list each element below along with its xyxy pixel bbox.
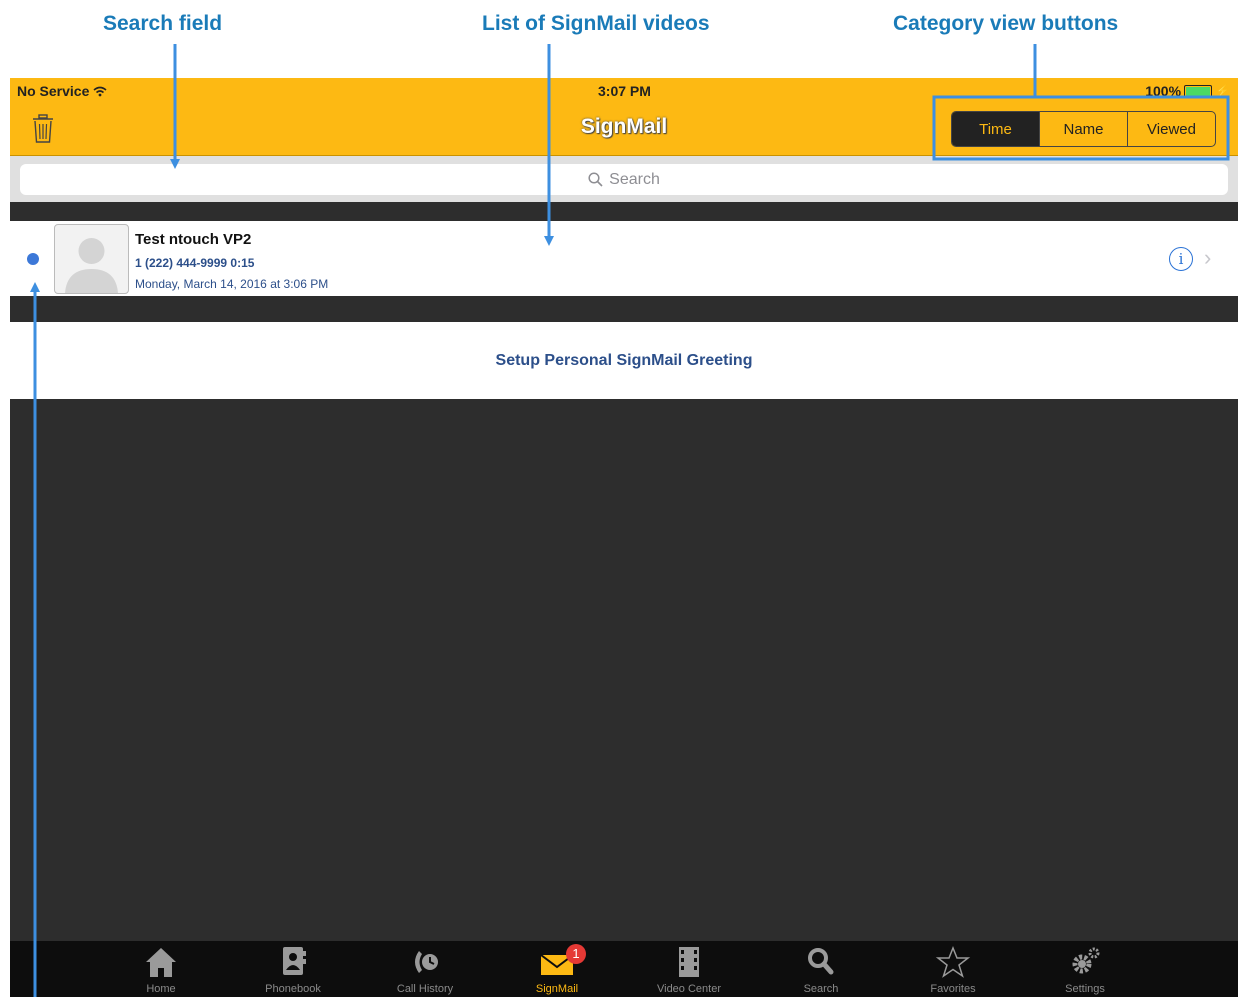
tab-home[interactable]: Home <box>111 941 211 997</box>
chevron-right-icon: › <box>1204 245 1212 270</box>
tab-label: Home <box>146 983 176 995</box>
tab-bar: Home Phonebook Call History 1 SignMail V… <box>10 941 1238 997</box>
battery-percent: 100% <box>1145 83 1182 99</box>
tab-settings[interactable]: Settings <box>1035 941 1135 997</box>
tab-signmail[interactable]: 1 SignMail <box>507 941 607 997</box>
tab-label: SignMail <box>535 983 579 995</box>
tab-search[interactable]: Search <box>771 941 871 997</box>
tab-video-center[interactable]: Video Center <box>639 941 739 997</box>
tab-label: Favorites <box>930 983 976 995</box>
message-date: Monday, March 14, 2016 at 3:06 PM <box>135 277 329 291</box>
avatar <box>54 224 129 294</box>
category-segmented-control: Time Name Viewed <box>951 111 1216 147</box>
info-icon[interactable]: i <box>1169 247 1193 271</box>
notification-badge: 1 <box>566 944 586 964</box>
navigation-bar: No Service 3:07 PM 100% ⚡ SignMail Time … <box>10 78 1238 156</box>
magnifier-icon <box>588 172 603 187</box>
caller-name: Test ntouch VP2 <box>135 231 252 248</box>
tab-label: Video Center <box>656 983 721 995</box>
video-center-icon <box>679 947 699 977</box>
status-battery: 100% ⚡ <box>1145 83 1230 99</box>
caller-number-duration: 1 (222) 444-9999 0:15 <box>135 256 255 270</box>
settings-icon <box>1072 947 1100 974</box>
favorites-icon <box>935 945 971 978</box>
ipad-screen: No Service 3:07 PM 100% ⚡ SignMail Time … <box>10 78 1238 997</box>
callout-search-field: Search field <box>103 12 223 35</box>
home-icon <box>146 948 176 977</box>
callout-signmail-list: List of SignMail videos <box>482 12 710 35</box>
search-icon <box>808 948 834 975</box>
phonebook-icon <box>283 947 306 975</box>
tab-favorites[interactable]: Favorites <box>903 941 1003 997</box>
unread-indicator <box>27 253 39 265</box>
status-carrier: No Service <box>17 83 107 99</box>
charging-icon: ⚡ <box>1215 84 1230 98</box>
tab-label: Search <box>803 983 839 995</box>
tab-label: Phonebook <box>265 983 321 995</box>
search-bar: Search <box>10 156 1238 202</box>
tab-phonebook[interactable]: Phonebook <box>243 941 343 997</box>
callout-category-buttons: Category view buttons <box>893 12 1119 35</box>
search-input[interactable]: Search <box>20 164 1228 195</box>
segment-name[interactable]: Name <box>1039 112 1127 146</box>
segment-time[interactable]: Time <box>952 112 1039 146</box>
signmail-list-item[interactable]: Test ntouch VP2 1 (222) 444-9999 0:15 Mo… <box>10 221 1238 296</box>
person-silhouette-icon <box>65 238 118 293</box>
battery-icon <box>1184 84 1213 98</box>
segment-viewed[interactable]: Viewed <box>1127 112 1215 146</box>
tab-label: Settings <box>1065 983 1105 995</box>
call-history-icon <box>415 951 438 973</box>
carrier-label: No Service <box>17 83 90 99</box>
setup-greeting-button[interactable]: Setup Personal SignMail Greeting <box>10 322 1238 399</box>
tab-call-history[interactable]: Call History <box>375 941 475 997</box>
search-placeholder: Search <box>609 170 660 188</box>
wifi-icon <box>93 86 107 97</box>
status-time: 3:07 PM <box>598 83 651 99</box>
tab-label: Call History <box>396 983 454 995</box>
